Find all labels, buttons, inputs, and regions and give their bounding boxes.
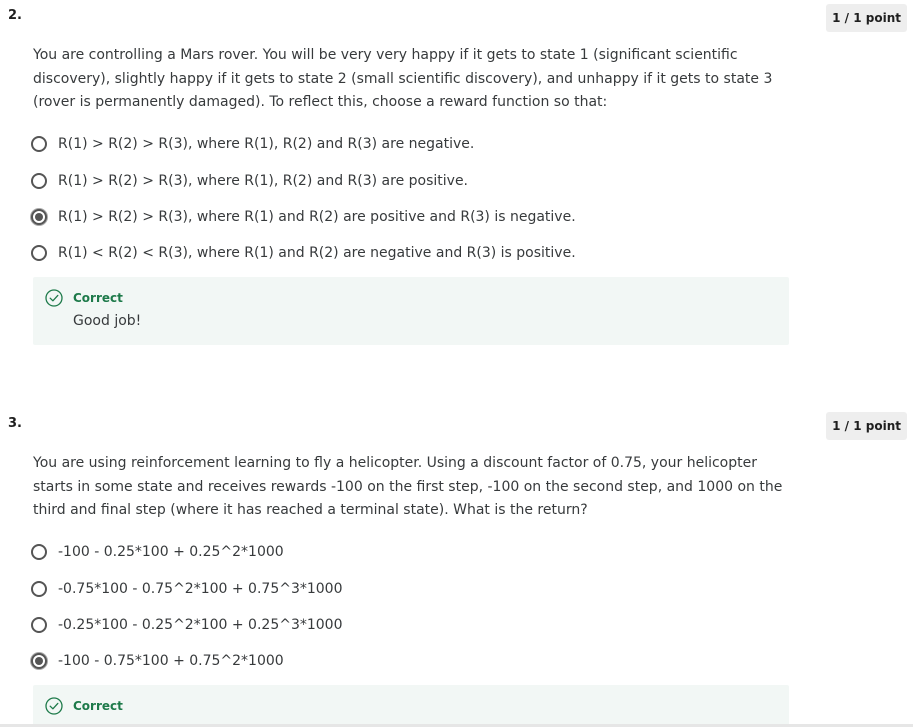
option-label: R(1) > R(2) > R(3), where R(1) and R(2) … <box>58 209 576 225</box>
radio-empty-icon[interactable] <box>31 544 47 560</box>
radio-empty-icon[interactable] <box>31 173 47 189</box>
option-label: -100 - 0.25*100 + 0.25^2*1000 <box>58 544 284 560</box>
check-circle-icon <box>45 289 63 307</box>
feedback-title: Correct <box>73 699 123 713</box>
answer-option-selected[interactable]: -100 - 0.75*100 + 0.75^2*1000 <box>31 649 284 673</box>
check-circle-icon <box>45 697 63 715</box>
answer-option-selected[interactable]: R(1) > R(2) > R(3), where R(1) and R(2) … <box>31 205 576 229</box>
radio-empty-icon[interactable] <box>31 136 47 152</box>
radio-empty-icon[interactable] <box>31 245 47 261</box>
feedback-text: Good job! <box>73 313 142 329</box>
option-label: R(1) > R(2) > R(3), where R(1), R(2) and… <box>58 173 469 189</box>
option-label: -100 - 0.75*100 + 0.75^2*1000 <box>58 653 284 669</box>
radio-filled-icon[interactable] <box>31 653 47 669</box>
answer-option[interactable]: R(1) > R(2) > R(3), where R(1), R(2) and… <box>31 169 468 193</box>
option-label: -0.25*100 - 0.25^2*100 + 0.25^3*1000 <box>58 617 343 633</box>
feedback-title: Correct <box>73 291 123 305</box>
option-label: R(1) > R(2) > R(3), where R(1), R(2) and… <box>58 136 475 152</box>
question-prompt: You are controlling a Mars rover. You wi… <box>33 47 773 110</box>
question-prompt: You are using reinforcement learning to … <box>33 455 783 518</box>
answer-option[interactable]: R(1) < R(2) < R(3), where R(1) and R(2) … <box>31 241 576 265</box>
question-number: 2. <box>8 8 22 23</box>
radio-empty-icon[interactable] <box>31 581 47 597</box>
answer-option[interactable]: -0.75*100 - 0.75^2*100 + 0.75^3*1000 <box>31 577 343 601</box>
option-label: -0.75*100 - 0.75^2*100 + 0.75^3*1000 <box>58 581 343 597</box>
points-badge: 1 / 1 point <box>826 412 907 440</box>
radio-empty-icon[interactable] <box>31 617 47 633</box>
answer-option[interactable]: R(1) > R(2) > R(3), where R(1), R(2) and… <box>31 132 474 156</box>
radio-filled-icon[interactable] <box>31 209 47 225</box>
feedback-box: Correct Good job! <box>33 277 789 345</box>
feedback-box: Correct <box>33 685 789 727</box>
option-label: R(1) < R(2) < R(3), where R(1) and R(2) … <box>58 245 576 261</box>
points-badge: 1 / 1 point <box>826 4 907 32</box>
answer-option[interactable]: -0.25*100 - 0.25^2*100 + 0.25^3*1000 <box>31 613 343 637</box>
answer-option[interactable]: -100 - 0.25*100 + 0.25^2*1000 <box>31 540 284 564</box>
question-number: 3. <box>8 416 22 431</box>
